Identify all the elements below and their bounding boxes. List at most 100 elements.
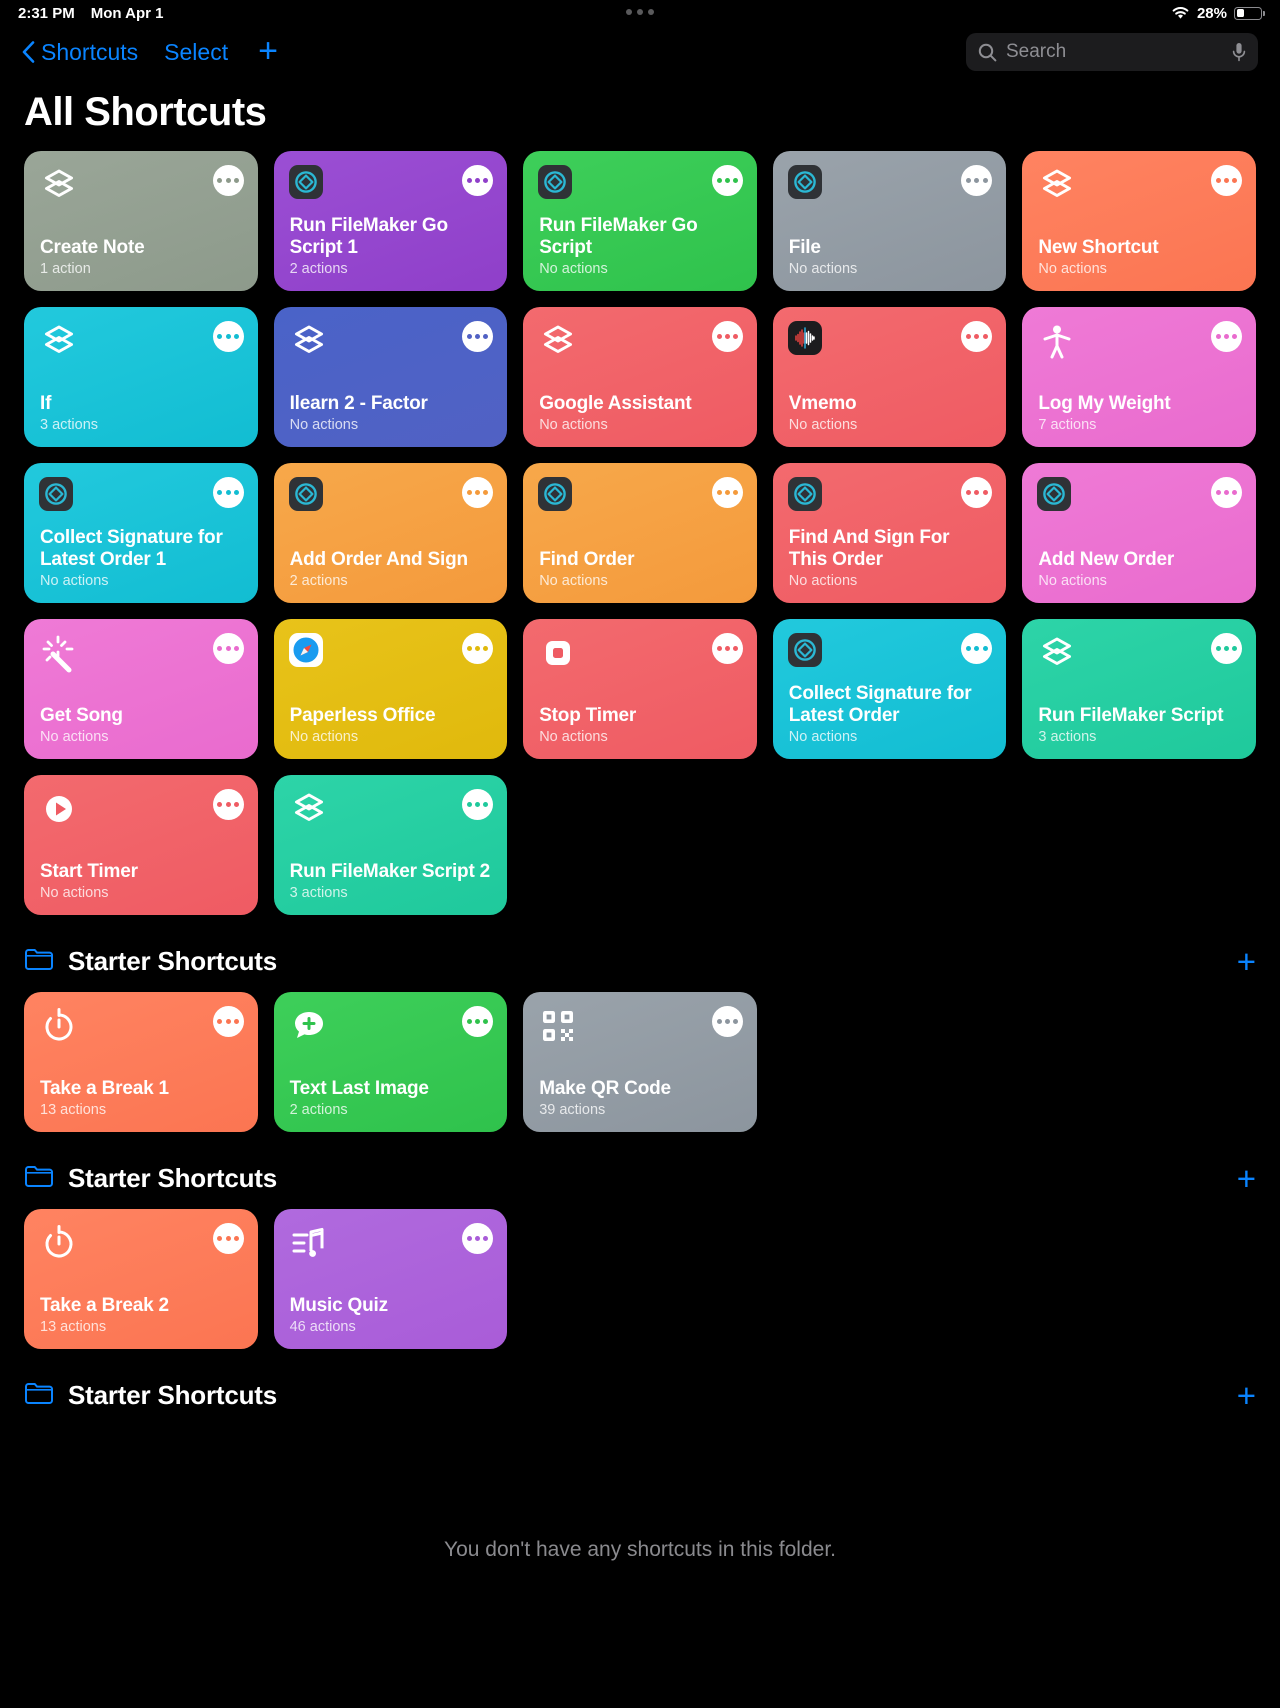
shortcut-tile[interactable]: Find And Sign For This Order No actions: [772, 463, 1007, 603]
tile-more-button[interactable]: [1211, 477, 1242, 508]
person-figure-icon: [1037, 321, 1077, 361]
shortcut-tile[interactable]: Run FileMaker Script 3 actions: [1022, 619, 1256, 759]
nav-bar: Shortcuts Select + Search: [0, 26, 1280, 78]
shortcut-tile[interactable]: Run FileMaker Go Script 1 2 actions: [273, 151, 508, 291]
select-button[interactable]: Select: [164, 39, 228, 66]
back-label: Shortcuts: [41, 38, 139, 65]
tile-more-button[interactable]: [1211, 165, 1242, 196]
tile-more-button[interactable]: [1211, 321, 1242, 352]
timer-icon: [39, 1223, 79, 1263]
shortcuts-layers-icon: [1037, 165, 1077, 205]
shortcut-tile[interactable]: Ilearn 2 - Factor No actions: [273, 307, 508, 447]
shortcut-tile[interactable]: Log My Weight 7 actions: [1022, 307, 1256, 447]
shortcut-tile[interactable]: Vmemo No actions: [772, 307, 1007, 447]
tile-more-button[interactable]: [212, 633, 244, 664]
play-circle-icon: [39, 789, 79, 829]
voice-memo-app-icon: [787, 321, 828, 361]
shortcuts-layers-icon: [39, 165, 79, 205]
folder-add-button[interactable]: +: [1237, 1162, 1256, 1195]
tile-more-button[interactable]: [212, 321, 244, 352]
filemaker-app-icon: [538, 165, 578, 205]
search-field[interactable]: Search: [966, 33, 1258, 71]
shortcut-action-count: 46 actions: [289, 1319, 356, 1335]
shortcut-tile[interactable]: New Shortcut No actions: [1022, 151, 1256, 291]
tile-more-button[interactable]: [462, 477, 494, 508]
tile-more-button[interactable]: [961, 633, 993, 664]
filemaker-app-icon: [288, 165, 329, 205]
folder-title: Starter Shortcuts: [68, 946, 277, 976]
shortcut-name: Get Song: [40, 704, 123, 726]
add-shortcut-button[interactable]: +: [258, 34, 278, 68]
tile-more-button[interactable]: [711, 321, 743, 352]
folder-add-button[interactable]: +: [1237, 1379, 1256, 1412]
filemaker-app-icon: [787, 633, 828, 673]
shortcut-action-count: 2 actions: [289, 1102, 348, 1118]
shortcut-tile[interactable]: Make QR Code 39 actions: [523, 992, 757, 1132]
shortcut-action-count: No actions: [289, 729, 359, 745]
shortcut-tile[interactable]: Run FileMaker Script 2 3 actions: [273, 775, 508, 915]
shortcut-tile[interactable]: Text Last Image 2 actions: [273, 992, 508, 1132]
shortcut-tile[interactable]: Collect Signature for Latest Order 1 No a…: [24, 463, 258, 603]
status-time: 2:31 PM: [18, 4, 75, 22]
shortcut-tile[interactable]: If 3 actions: [24, 307, 258, 447]
folder-title: Starter Shortcuts: [68, 1380, 277, 1410]
folder-add-button[interactable]: +: [1237, 945, 1256, 978]
shortcut-action-count: 7 actions: [1038, 417, 1097, 433]
safari-app-icon: [288, 633, 329, 673]
shortcut-tile[interactable]: Music Quiz 46 actions: [273, 1209, 508, 1349]
shortcut-tile[interactable]: Stop Timer No actions: [523, 619, 757, 759]
shortcut-tile[interactable]: Create Note 1 action: [24, 151, 258, 291]
shortcut-tile[interactable]: Paperless Office No actions: [273, 619, 508, 759]
tile-more-button[interactable]: [711, 1006, 743, 1037]
tile-more-button[interactable]: [212, 477, 244, 508]
tile-more-button[interactable]: [711, 165, 743, 196]
tile-more-button[interactable]: [212, 789, 244, 820]
shortcuts-layers-icon: [289, 321, 329, 361]
tile-more-button[interactable]: [961, 477, 993, 508]
shortcut-action-count: No actions: [788, 261, 858, 277]
shortcut-tile[interactable]: Run FileMaker Go Script No actions: [523, 151, 757, 291]
tile-more-button[interactable]: [462, 1006, 494, 1037]
shortcut-tile[interactable]: Add New Order No actions: [1022, 463, 1256, 603]
tile-more-button[interactable]: [462, 321, 494, 352]
shortcuts-grid: Create Note 1 action Run FileMaker Go Scri…: [0, 151, 1280, 915]
shortcut-name: Run FileMaker Script: [1038, 704, 1224, 726]
shortcut-name: Find Order: [539, 548, 635, 570]
folder-section-header: Starter Shortcuts +: [0, 1349, 1280, 1426]
shortcut-tile[interactable]: Google Assistant No actions: [523, 307, 757, 447]
shortcut-name: Run FileMaker Script 2: [289, 860, 491, 882]
tile-more-button[interactable]: [462, 165, 494, 196]
tile-more-button[interactable]: [212, 1006, 244, 1037]
page-title: All Shortcuts: [24, 90, 267, 134]
shortcut-tile[interactable]: Start Timer No actions: [24, 775, 258, 915]
shortcuts-layers-icon: [289, 789, 329, 829]
tile-more-button[interactable]: [462, 789, 494, 820]
microphone-icon[interactable]: [1232, 42, 1246, 62]
filemaker-app-icon: [787, 165, 828, 205]
tile-more-button[interactable]: [212, 1223, 244, 1254]
tile-more-button[interactable]: [462, 633, 494, 664]
shortcut-tile[interactable]: File No actions: [772, 151, 1007, 291]
shortcut-action-count: 3 actions: [289, 885, 348, 901]
shortcut-tile[interactable]: Take a Break 1 13 actions: [24, 992, 258, 1132]
tile-more-button[interactable]: [1211, 633, 1242, 664]
shortcut-action-count: No actions: [1038, 261, 1107, 277]
shortcut-name: Take a Break 1: [40, 1077, 169, 1099]
tile-more-button[interactable]: [961, 321, 993, 352]
tile-more-button[interactable]: [212, 165, 244, 196]
shortcut-action-count: 13 actions: [40, 1319, 107, 1335]
shortcut-name: Start Timer: [40, 860, 138, 882]
shortcut-action-count: 13 actions: [40, 1102, 107, 1118]
folder-icon: [24, 1381, 54, 1410]
tile-more-button[interactable]: [961, 165, 993, 196]
shortcut-tile[interactable]: Collect Signature for Latest Order No act…: [772, 619, 1007, 759]
shortcut-tile[interactable]: Get Song No actions: [24, 619, 258, 759]
shortcut-tile[interactable]: Find Order No actions: [523, 463, 757, 603]
shortcut-tile[interactable]: Add Order And Sign 2 actions: [273, 463, 508, 603]
shortcut-tile[interactable]: Take a Break 2 13 actions: [24, 1209, 258, 1349]
tile-more-button[interactable]: [462, 1223, 494, 1254]
back-button[interactable]: Shortcuts: [22, 39, 138, 66]
filemaker-app-icon: [538, 477, 578, 517]
tile-more-button[interactable]: [711, 633, 743, 664]
tile-more-button[interactable]: [711, 477, 743, 508]
